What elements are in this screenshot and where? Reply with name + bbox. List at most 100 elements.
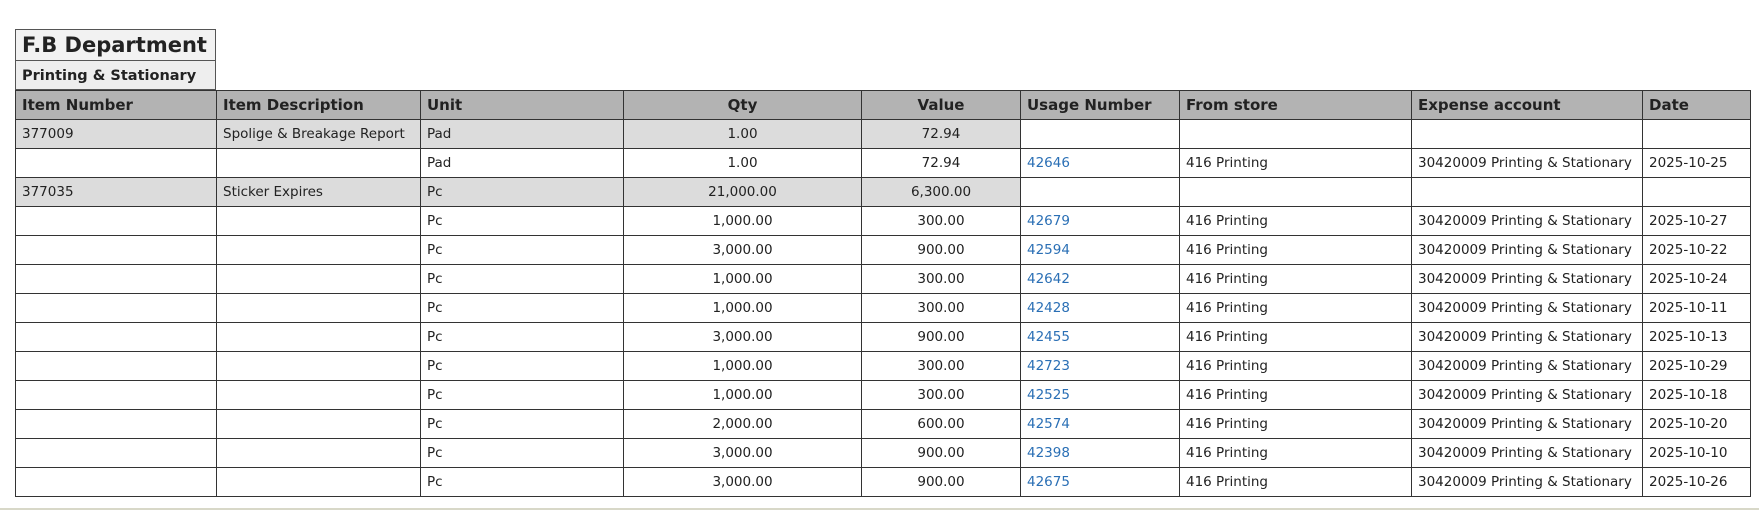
usage-number-link[interactable]: 42594 — [1027, 242, 1070, 258]
cell-date — [1642, 177, 1751, 207]
cell-expense-account: 30420009 Printing & Stationary — [1411, 438, 1643, 468]
cell-item-number — [15, 438, 217, 468]
cell-unit: Pc — [420, 438, 624, 468]
report-container: F.B Department Printing & Stationary Ite… — [15, 29, 1751, 497]
cell-expense-account: 30420009 Printing & Stationary — [1411, 409, 1643, 439]
cell-expense-account: 30420009 Printing & Stationary — [1411, 351, 1643, 381]
cell-usage-number — [1020, 119, 1180, 149]
cell-usage-number: 42675 — [1020, 467, 1180, 497]
cell-item-description — [216, 467, 421, 497]
cell-from-store: 416 Printing — [1179, 293, 1412, 323]
cell-item-description — [216, 206, 421, 236]
cell-value: 900.00 — [861, 438, 1021, 468]
cell-usage-number: 42594 — [1020, 235, 1180, 265]
cell-item-number — [15, 351, 217, 381]
cell-item-number — [15, 148, 217, 178]
cell-qty: 1.00 — [623, 119, 862, 149]
cell-item-number: 377009 — [15, 119, 217, 149]
usage-number-link[interactable]: 42679 — [1027, 213, 1070, 229]
table-row: Pc 1,000.00 300.00 42642 416 Printing 3042000… — [15, 264, 1751, 294]
cell-expense-account — [1411, 177, 1643, 207]
cell-value: 6,300.00 — [861, 177, 1021, 207]
cell-unit: Pc — [420, 206, 624, 236]
cell-value: 300.00 — [861, 351, 1021, 381]
table-group-row: 377035 Sticker Expires Pc 21,000.00 6,300.00 — [15, 177, 1751, 207]
col-header-from-store[interactable]: From store — [1179, 90, 1412, 120]
cell-from-store: 416 Printing — [1179, 206, 1412, 236]
cell-unit: Pc — [420, 380, 624, 410]
cell-item-description: Spolige & Breakage Report — [216, 119, 421, 149]
col-header-item-description[interactable]: Item Description — [216, 90, 421, 120]
cell-from-store — [1179, 177, 1412, 207]
cell-expense-account: 30420009 Printing & Stationary — [1411, 206, 1643, 236]
cell-item-description — [216, 351, 421, 381]
usage-number-link[interactable]: 42642 — [1027, 271, 1070, 287]
cell-value: 900.00 — [861, 235, 1021, 265]
cell-item-description — [216, 264, 421, 294]
cell-unit: Pc — [420, 177, 624, 207]
cell-date: 2025-10-20 — [1642, 409, 1751, 439]
col-header-value[interactable]: Value — [861, 90, 1021, 120]
usage-number-link[interactable]: 42525 — [1027, 387, 1070, 403]
usage-number-link[interactable]: 42398 — [1027, 445, 1070, 461]
cell-qty: 1,000.00 — [623, 206, 862, 236]
cell-value: 300.00 — [861, 264, 1021, 294]
cell-item-description — [216, 380, 421, 410]
table-row: Pc 3,000.00 900.00 42594 416 Printing 3042000… — [15, 235, 1751, 265]
col-header-date[interactable]: Date — [1642, 90, 1751, 120]
cell-from-store — [1179, 119, 1412, 149]
cell-value: 72.94 — [861, 148, 1021, 178]
cell-usage-number: 42428 — [1020, 293, 1180, 323]
cell-date: 2025-10-13 — [1642, 322, 1751, 352]
cell-date: 2025-10-18 — [1642, 380, 1751, 410]
table-row: Pc 3,000.00 900.00 42398 416 Printing 3042000… — [15, 438, 1751, 468]
cell-unit: Pc — [420, 322, 624, 352]
cell-usage-number: 42679 — [1020, 206, 1180, 236]
table-row: Pad 1.00 72.94 42646 416 Printing 30420009 Pr… — [15, 148, 1751, 178]
cell-item-description — [216, 322, 421, 352]
cell-expense-account: 30420009 Printing & Stationary — [1411, 380, 1643, 410]
cell-qty: 1,000.00 — [623, 351, 862, 381]
cell-usage-number: 42455 — [1020, 322, 1180, 352]
cell-item-number — [15, 467, 217, 497]
usage-number-link[interactable]: 42428 — [1027, 300, 1070, 316]
table-row: Pc 2,000.00 600.00 42574 416 Printing 3042000… — [15, 409, 1751, 439]
cell-date: 2025-10-26 — [1642, 467, 1751, 497]
table-body: 377009 Spolige & Breakage Report Pad 1.00 72… — [15, 119, 1751, 497]
col-header-expense-account[interactable]: Expense account — [1411, 90, 1643, 120]
cell-value: 900.00 — [861, 322, 1021, 352]
cell-item-number — [15, 235, 217, 265]
cell-unit: Pc — [420, 264, 624, 294]
cell-qty: 1,000.00 — [623, 380, 862, 410]
cell-unit: Pc — [420, 467, 624, 497]
cell-date: 2025-10-22 — [1642, 235, 1751, 265]
usage-number-link[interactable]: 42574 — [1027, 416, 1070, 432]
cell-usage-number: 42525 — [1020, 380, 1180, 410]
usage-number-link[interactable]: 42675 — [1027, 474, 1070, 490]
cell-date: 2025-10-27 — [1642, 206, 1751, 236]
table-group-row: 377009 Spolige & Breakage Report Pad 1.00 72… — [15, 119, 1751, 149]
cell-date: 2025-10-24 — [1642, 264, 1751, 294]
cell-unit: Pc — [420, 409, 624, 439]
cell-usage-number: 42646 — [1020, 148, 1180, 178]
cell-usage-number — [1020, 177, 1180, 207]
cell-usage-number: 42574 — [1020, 409, 1180, 439]
usage-number-link[interactable]: 42455 — [1027, 329, 1070, 345]
cell-qty: 1,000.00 — [623, 264, 862, 294]
col-header-unit[interactable]: Unit — [420, 90, 624, 120]
cell-item-number — [15, 380, 217, 410]
cell-from-store: 416 Printing — [1179, 467, 1412, 497]
bottom-divider — [0, 508, 1759, 510]
cell-item-number: 377035 — [15, 177, 217, 207]
usage-number-link[interactable]: 42723 — [1027, 358, 1070, 374]
cell-from-store: 416 Printing — [1179, 148, 1412, 178]
cell-from-store: 416 Printing — [1179, 409, 1412, 439]
usage-number-link[interactable]: 42646 — [1027, 155, 1070, 171]
col-header-item-number[interactable]: Item Number — [15, 90, 217, 120]
cell-item-number — [15, 206, 217, 236]
cell-expense-account: 30420009 Printing & Stationary — [1411, 322, 1643, 352]
table-row: Pc 1,000.00 300.00 42679 416 Printing 3042000… — [15, 206, 1751, 236]
col-header-qty[interactable]: Qty — [623, 90, 862, 120]
cell-unit: Pc — [420, 293, 624, 323]
col-header-usage-number[interactable]: Usage Number — [1020, 90, 1180, 120]
